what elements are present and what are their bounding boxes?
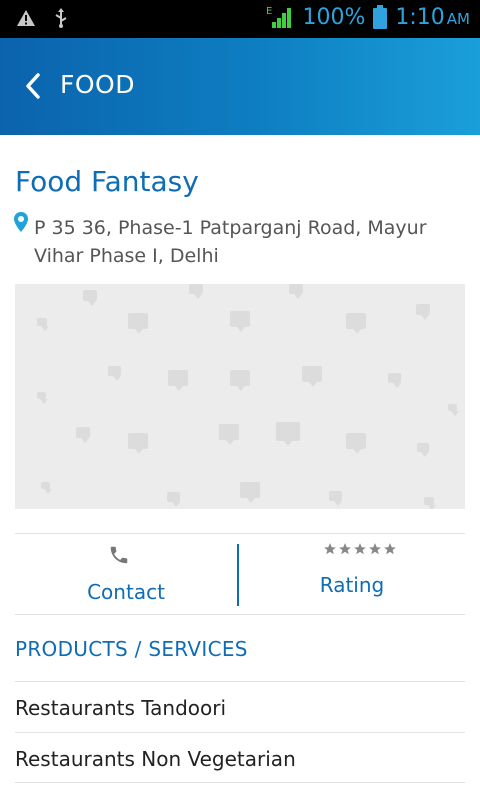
rating-stars xyxy=(323,542,397,556)
contact-button[interactable]: Contact xyxy=(15,534,237,614)
map-bubble-icon xyxy=(346,313,366,334)
app-bar: FOOD xyxy=(0,38,480,135)
list-item[interactable]: Restaurants Non Vegetarian xyxy=(15,732,465,783)
map-placeholder[interactable] xyxy=(15,284,465,509)
contact-label: Contact xyxy=(87,580,165,604)
location-pin-icon xyxy=(14,212,28,232)
map-bubble-icon xyxy=(83,290,97,306)
map-bubble-icon xyxy=(189,284,203,299)
map-bubble-icon xyxy=(128,433,148,454)
map-bubble-icon xyxy=(240,482,260,503)
map-bubble-icon xyxy=(230,311,250,332)
map-bubble-icon xyxy=(448,404,460,416)
map-bubble-icon xyxy=(108,366,121,381)
svg-text:E: E xyxy=(266,6,272,17)
map-bubble-icon xyxy=(329,491,342,506)
business-address: P 35 36, Phase-1 Patparganj Road, Mayur … xyxy=(34,217,427,267)
map-bubble-icon xyxy=(37,392,49,404)
map-bubble-icon xyxy=(37,318,49,331)
map-bubble-icon xyxy=(302,366,322,387)
status-left-icons xyxy=(16,8,68,28)
products-section-title: PRODUCTS / SERVICES xyxy=(15,637,248,661)
map-bubble-icon xyxy=(416,304,430,320)
star-icon xyxy=(369,543,381,555)
map-bubble-icon xyxy=(168,370,188,391)
star-icon xyxy=(339,543,351,555)
battery-icon xyxy=(373,5,388,29)
map-bubble-icon xyxy=(417,443,430,457)
page-title: FOOD xyxy=(60,70,135,99)
map-bubble-icon xyxy=(128,313,148,334)
clock-ampm: AM xyxy=(446,9,470,28)
rating-button[interactable]: Rating xyxy=(239,534,465,614)
signal-icon: E xyxy=(266,6,292,28)
map-bubble-icon xyxy=(219,424,239,445)
map-bubble-icon xyxy=(230,370,250,391)
phone-icon xyxy=(110,546,128,564)
map-bubble-icon xyxy=(276,422,300,446)
star-icon xyxy=(384,543,396,555)
rating-label: Rating xyxy=(319,573,385,597)
action-row: Contact Rating xyxy=(15,533,465,615)
map-bubble-icon xyxy=(346,433,366,454)
map-bubble-icon xyxy=(167,492,180,507)
battery-percent: 100% xyxy=(302,4,366,30)
status-bar: E 100% 1:10 AM xyxy=(0,0,480,38)
warning-icon xyxy=(17,10,35,26)
map-bubble-icon xyxy=(424,497,436,509)
map-bubble-icon xyxy=(41,482,53,494)
map-bubble-icon xyxy=(76,427,90,443)
map-bubble-icon xyxy=(289,284,303,299)
star-icon xyxy=(324,543,336,555)
status-right: E 100% 1:10 AM xyxy=(266,4,470,30)
star-icon xyxy=(354,543,366,555)
chevron-left-icon[interactable] xyxy=(20,71,50,101)
business-name: Food Fantasy xyxy=(15,165,199,198)
list-item[interactable]: Restaurants Tandoori xyxy=(15,681,465,732)
products-list: Restaurants Tandoori Restaurants Non Veg… xyxy=(15,681,465,783)
clock-time: 1:10 xyxy=(395,4,445,30)
map-bubble-icon xyxy=(388,373,401,388)
usb-icon xyxy=(55,8,67,28)
clock: 1:10 AM xyxy=(395,5,470,30)
